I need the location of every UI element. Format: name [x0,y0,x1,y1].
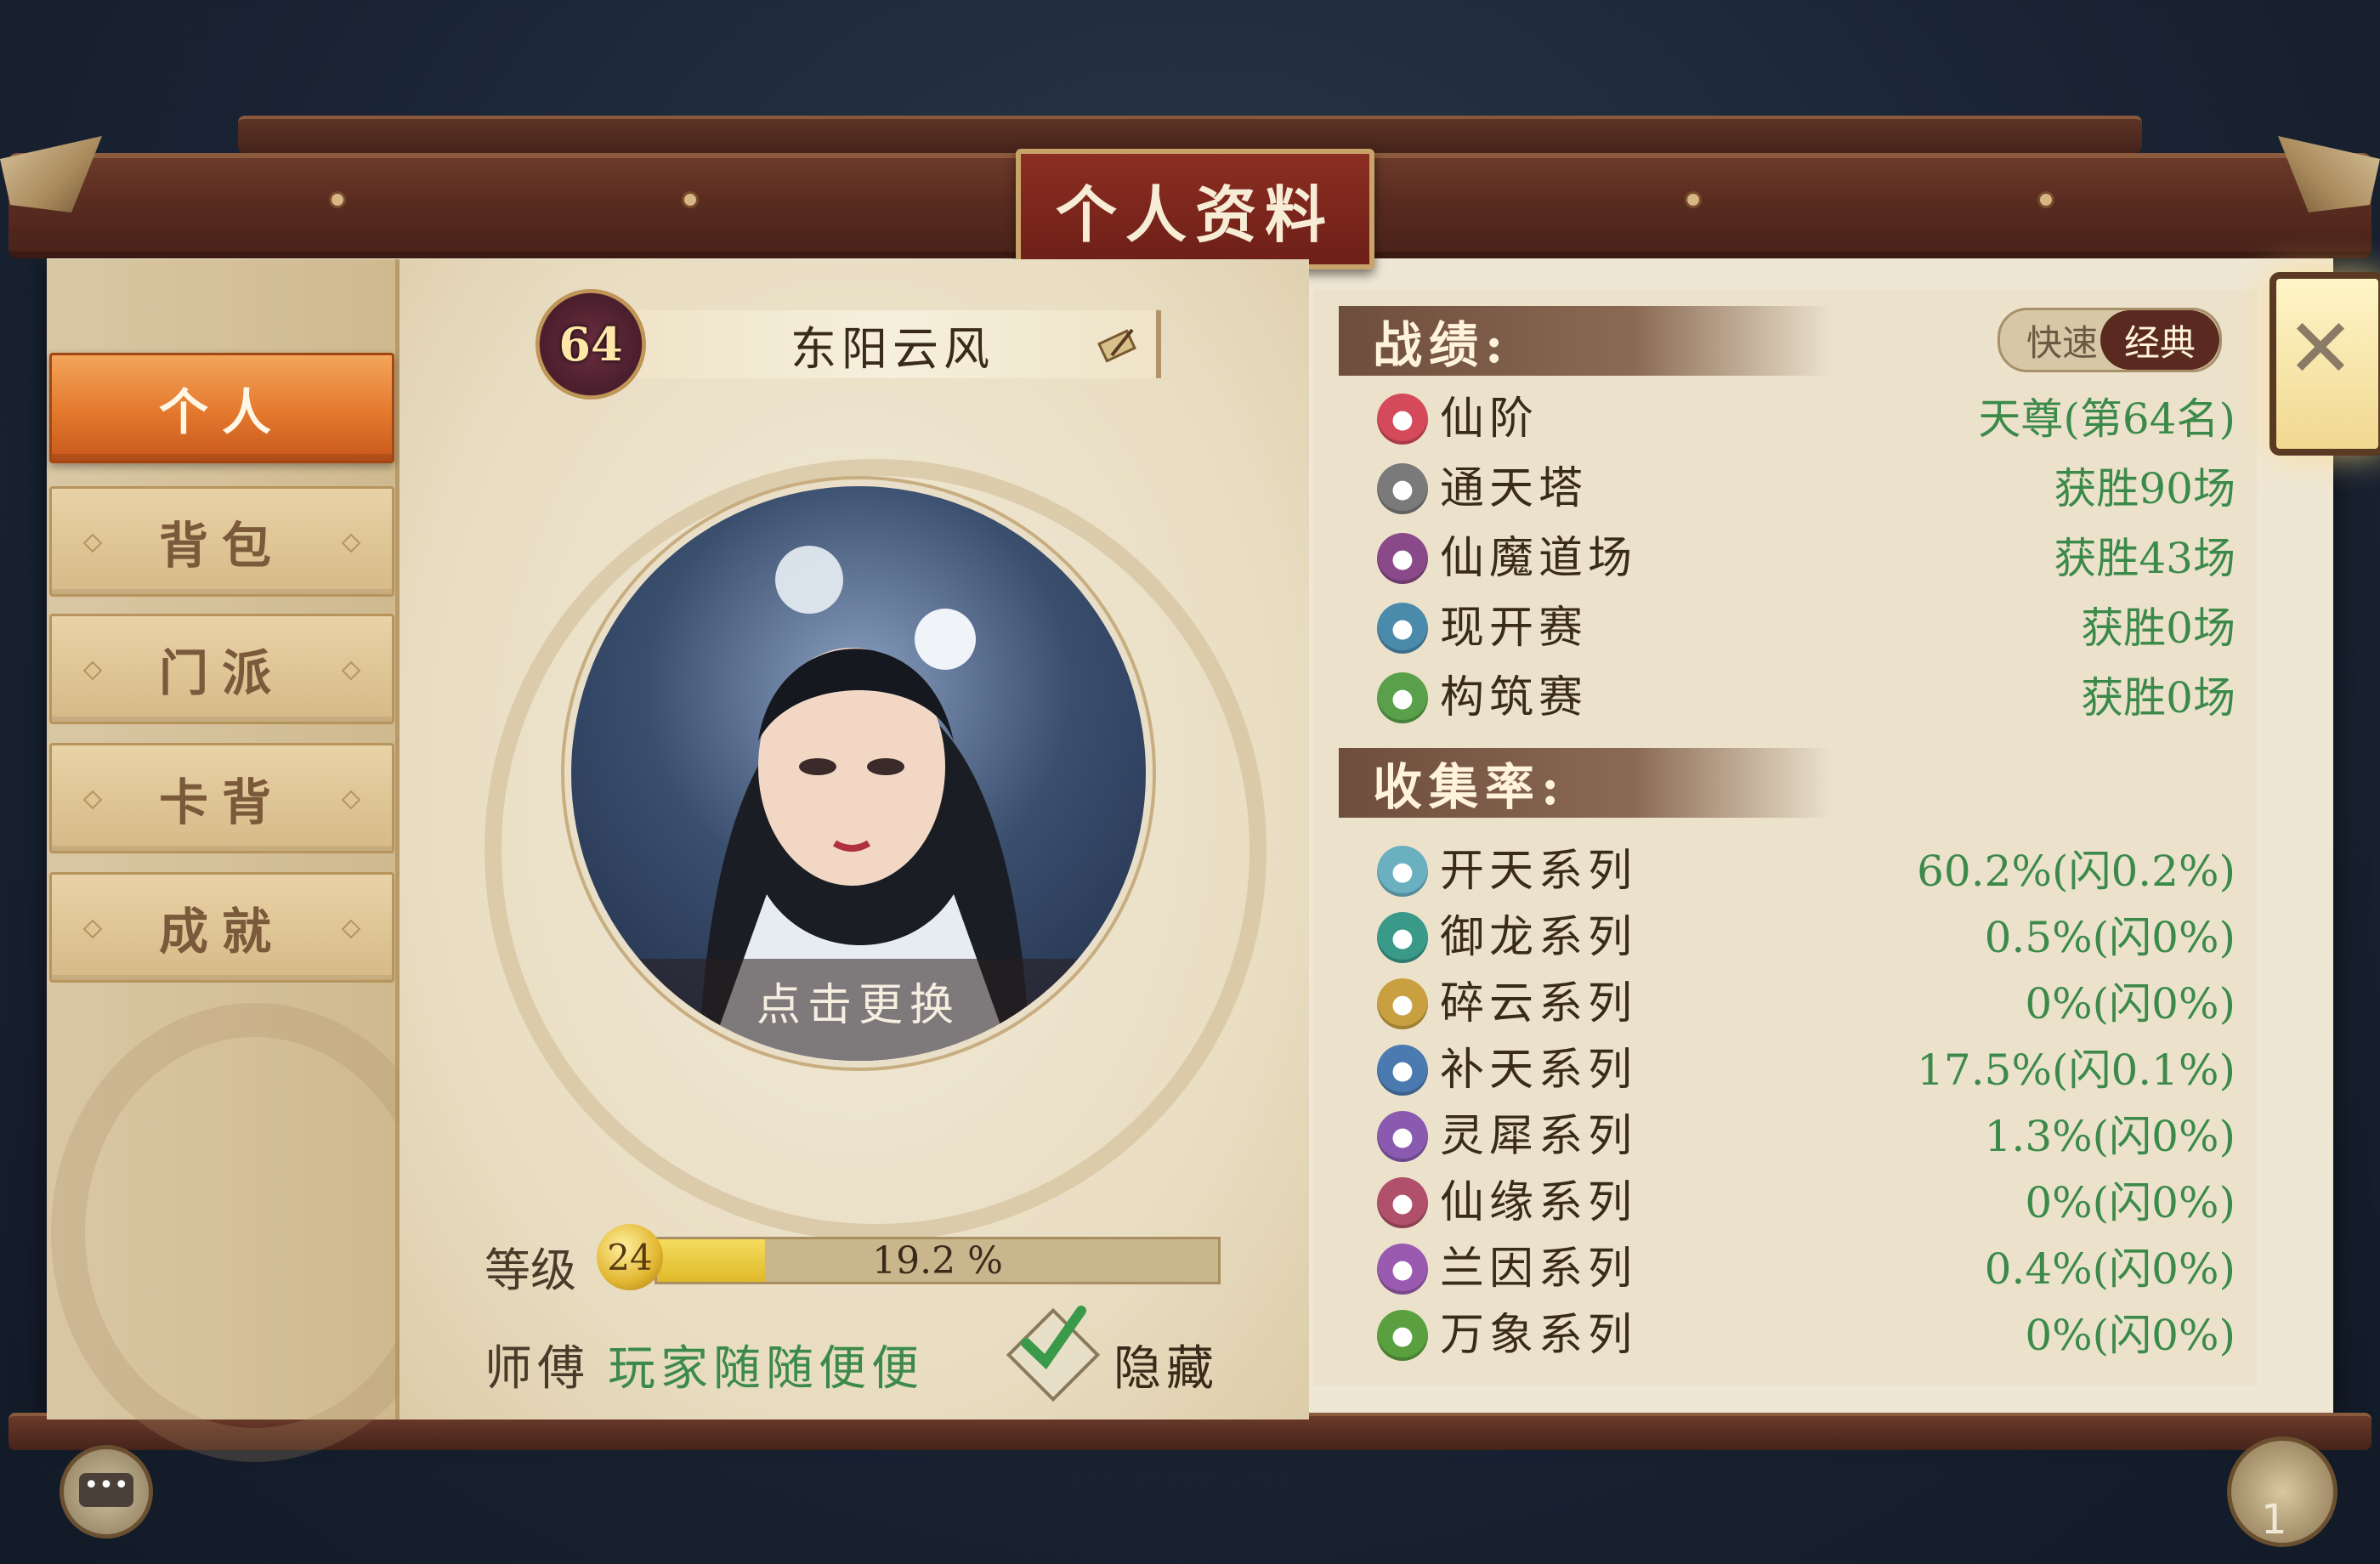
bird-icon: ● [1377,533,1428,584]
collection-row: ● 仙缘系列 0%(闪0%) [1368,1173,2236,1232]
collection-value: 0%(闪0%) [2025,1178,2236,1227]
mode-toggle[interactable]: 快速 经典 [1998,308,2222,372]
rhino-icon: ● [1377,1111,1428,1162]
collection-row: ● 灵犀系列 1.3%(闪0%) [1368,1107,2236,1166]
record-value: 获胜90场 [2054,464,2236,513]
chat-icon: ••• [79,1473,133,1507]
collection-row: ● 碎云系列 0%(闪0%) [1368,974,2236,1034]
sprout-icon: ● [1377,1310,1428,1361]
page-title: 个人资料 [1016,149,1374,269]
record-value: 获胜43场 [2054,534,2236,583]
sky-icon: ● [1377,1045,1428,1096]
collection-value: 0%(闪0%) [2025,979,2236,1028]
collection-label: 万象系列 [1440,1310,1638,1361]
collection-label: 仙缘系列 [1440,1177,1638,1228]
record-row: ● 仙魔道场 获胜43场 [1368,529,2236,588]
level-coin: 24 [597,1224,663,1290]
collection-row: ● 补天系列 17.5%(闪0.1%) [1368,1040,2236,1100]
record-value: 获胜0场 [2081,604,2236,653]
mode-classic[interactable]: 经典 [2100,310,2219,370]
tab-ornament [341,790,361,810]
tab-achievements[interactable]: 成就 [49,872,394,983]
sword-icon: ● [1377,846,1428,897]
tab-ornament [82,533,103,553]
checkmark-icon [1013,1300,1090,1380]
collection-label: 碎云系列 [1440,978,1638,1029]
friends-count: 1 [2261,1496,2287,1544]
tab-ornament [82,660,103,681]
record-label: 构筑赛 [1440,672,1589,723]
record-label: 通天塔 [1440,463,1589,514]
master-name[interactable]: 玩家随随便便 [608,1330,924,1399]
beam-bolt [332,194,343,206]
collection-value: 1.3%(闪0%) [1984,1112,2236,1161]
tab-card-back[interactable]: 卡背 [49,743,394,853]
tab-label: 背包 [158,517,285,575]
collection-label: 兰因系列 [1440,1244,1638,1295]
record-label: 现开赛 [1440,603,1589,654]
sidebar-decoration [51,1003,459,1462]
record-value: 获胜0场 [2081,673,2236,722]
collection-value: 0%(闪0%) [2025,1311,2236,1360]
top-rail [238,116,2142,153]
collection-label: 开天系列 [1440,846,1638,897]
edit-name-icon[interactable] [1092,319,1143,370]
mode-quick[interactable]: 快速 [2015,310,2109,370]
beam-bolt [1687,194,1699,206]
tab-sect[interactable]: 门派 [49,614,394,724]
tab-label: 门派 [158,644,285,702]
tab-ornament [82,919,103,939]
change-avatar-label[interactable]: 点击更换 [571,959,1146,1061]
collection-value: 60.2%(闪0.2%) [1917,847,2236,896]
cloud-icon: ● [1377,978,1428,1029]
tab-ornament [341,533,361,553]
avatar[interactable]: 点击更换 [571,486,1146,1061]
record-header: 战绩: [1339,306,1832,376]
collection-row: ● 开天系列 60.2%(闪0.2%) [1368,842,2236,901]
collection-row: ● 御龙系列 0.5%(闪0%) [1368,908,2236,967]
level-progress-bar: 19.2 % [654,1237,1221,1284]
record-row: ● 现开赛 获胜0场 [1368,598,2236,658]
orchid-icon: ● [1377,1244,1428,1295]
star-icon: ● [1377,394,1428,445]
collection-value: 0.4%(闪0%) [1984,1244,2236,1294]
feather-icon: ● [1377,1177,1428,1228]
close-icon[interactable]: ✕ [2278,301,2363,396]
collection-label: 御龙系列 [1440,912,1638,963]
beam-bolt [2040,194,2052,206]
record-label: 仙阶 [1440,394,1539,445]
dragon-icon: ● [1377,912,1428,963]
record-label: 仙魔道场 [1440,533,1638,584]
tab-personal[interactable]: 个人 [49,353,394,463]
tab-ornament [82,790,103,810]
beam-bolt [684,194,696,206]
collection-value: 17.5%(闪0.1%) [1917,1046,2236,1095]
tab-label: 个人 [158,383,285,441]
collection-label: 灵犀系列 [1440,1111,1638,1162]
tab-label: 卡背 [158,774,285,831]
tower-icon: ● [1377,463,1428,514]
record-value: 天尊(第64名) [1978,394,2236,444]
tab-ornament [341,660,361,681]
master-label: 师傅 [484,1341,590,1397]
hide-label: 隐藏 [1114,1341,1219,1397]
collection-value: 0.5%(闪0%) [1984,913,2236,962]
collection-header: 收集率: [1339,748,1832,818]
tab-backpack[interactable]: 背包 [49,486,394,597]
record-row: ● 通天塔 获胜90场 [1368,459,2236,518]
tab-ornament [341,919,361,939]
chat-button[interactable]: ••• [60,1445,153,1538]
collection-row: ● 万象系列 0%(闪0%) [1368,1306,2236,1365]
record-row: ● 仙阶 天尊(第64名) [1368,389,2236,449]
level-progress-text: 19.2 % [872,1238,1003,1283]
player-level-badge: 64 [536,289,646,400]
level-label: 等级 [484,1244,576,1297]
collection-label: 补天系列 [1440,1045,1638,1096]
tab-label: 成就 [158,903,285,960]
gear-icon: ● [1377,603,1428,654]
leaf-icon: ● [1377,672,1428,723]
record-row: ● 构筑赛 获胜0场 [1368,668,2236,728]
collection-row: ● 兰因系列 0.4%(闪0%) [1368,1239,2236,1299]
player-name: 东阳云风 [629,310,1161,378]
